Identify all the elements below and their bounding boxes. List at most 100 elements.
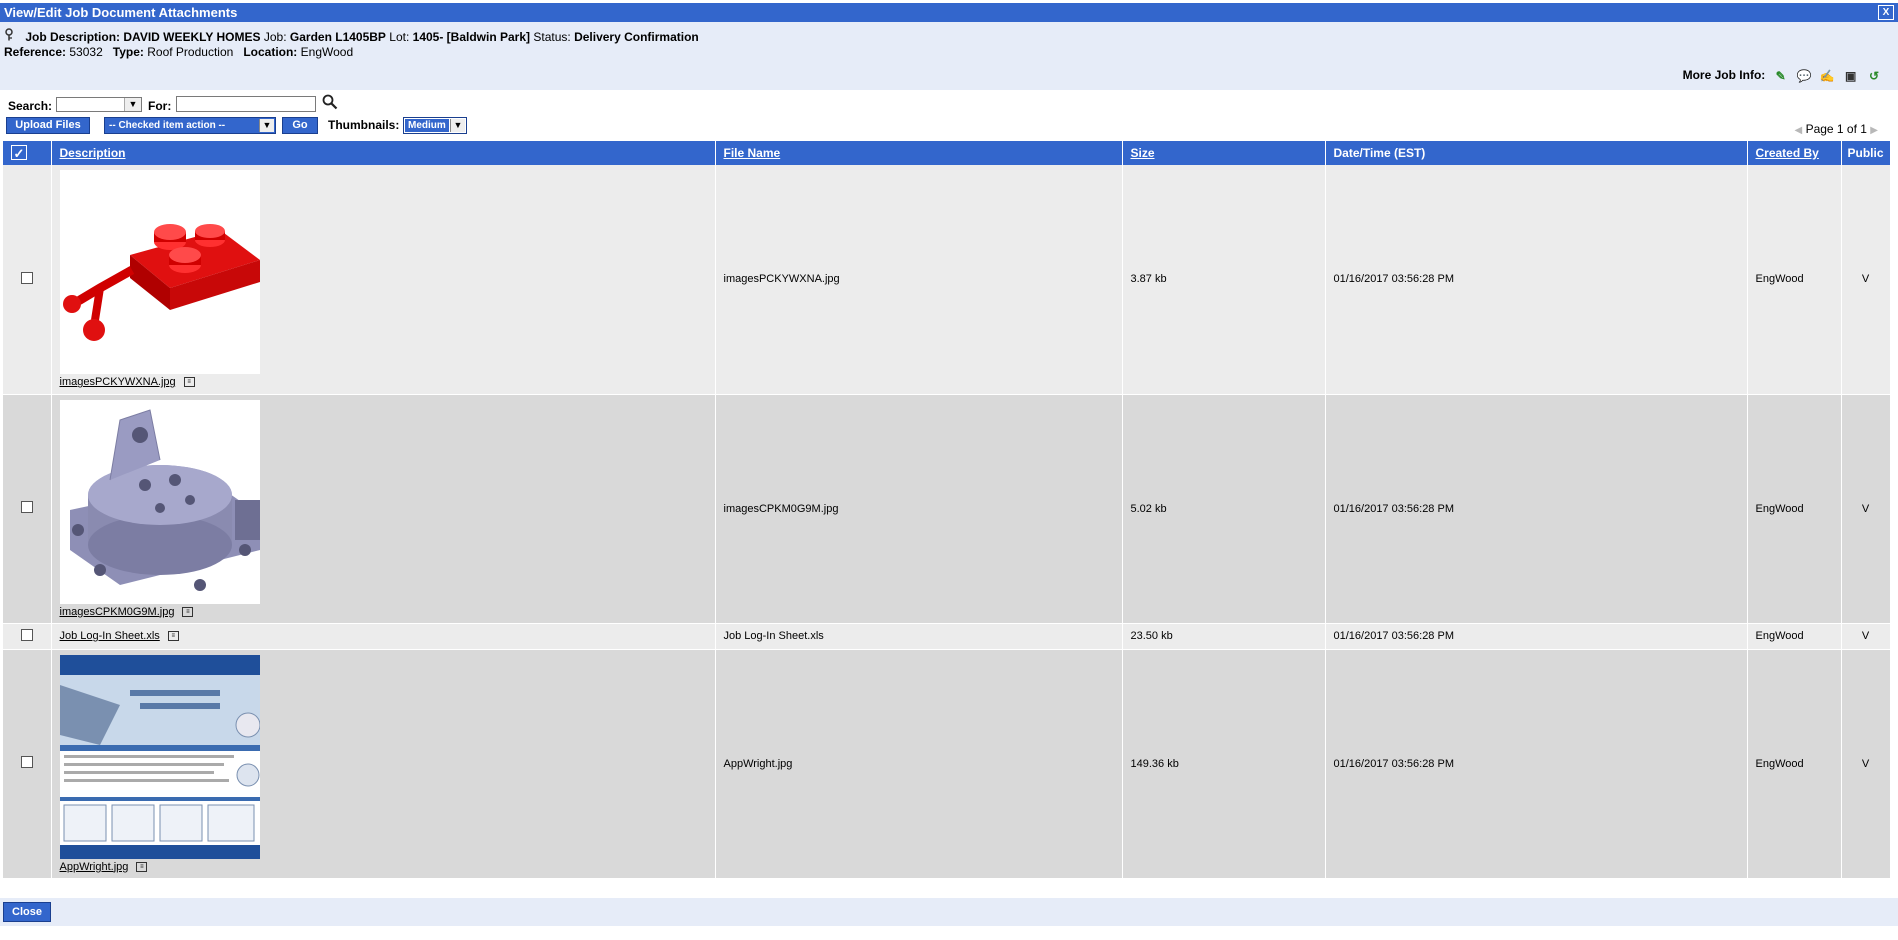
pager: ◀ Page 1 of 1 ▶ bbox=[1795, 122, 1878, 136]
public-cell: V bbox=[1841, 165, 1891, 395]
next-page-icon[interactable]: ▶ bbox=[1870, 125, 1878, 136]
public-cell: V bbox=[1841, 623, 1891, 650]
reference-label: Reference: bbox=[4, 45, 67, 59]
more-job-info-label: More Job Info: bbox=[1682, 68, 1766, 82]
lot-value: 1405- [Baldwin Park] bbox=[412, 30, 531, 44]
row-checkbox[interactable] bbox=[20, 271, 33, 284]
file-name-cell: imagesCPKM0G9M.jpg bbox=[715, 394, 1123, 624]
attachment-caption[interactable]: imagesPCKYWXNA.jpg bbox=[60, 376, 176, 388]
lot-label: Lot: bbox=[389, 30, 410, 44]
edit-pencil-icon[interactable]: ✎ bbox=[1773, 69, 1789, 83]
attachment-link[interactable]: imagesPCKYWXNA.jpg ≡ bbox=[60, 376, 707, 388]
attachment-thumbnail[interactable] bbox=[59, 399, 260, 604]
search-field-select[interactable]: ▼ bbox=[56, 97, 142, 112]
attachment-caption[interactable]: Job Log-In Sheet.xls bbox=[60, 630, 160, 642]
toolbar: Search: ▼ For: Upload Files -- Checked i… bbox=[0, 90, 1898, 140]
attachment-link[interactable]: Job Log-In Sheet.xls ≡ bbox=[60, 630, 179, 642]
edit-description-icon[interactable]: ≡ bbox=[182, 606, 194, 617]
size-cell: 5.02 kb bbox=[1122, 394, 1326, 624]
attachment-caption[interactable]: AppWright.jpg bbox=[60, 861, 129, 873]
upload-files-button[interactable]: Upload Files bbox=[6, 117, 90, 134]
footer: Close bbox=[0, 898, 1898, 926]
window-icon[interactable]: ▣ bbox=[1843, 69, 1859, 83]
job-builder: DAVID WEEKLY HOMES bbox=[123, 30, 261, 44]
checked-item-action-select[interactable]: -- Checked item action -- ▼ bbox=[104, 117, 276, 134]
created-by-cell: EngWood bbox=[1747, 623, 1842, 650]
window-title: View/Edit Job Document Attachments bbox=[4, 5, 238, 20]
chevron-down-icon: ▼ bbox=[450, 119, 465, 132]
file-name-cell: imagesPCKYWXNA.jpg bbox=[715, 165, 1123, 395]
job-info-panel: Job Description: DAVID WEEKLY HOMES Job:… bbox=[0, 22, 1898, 90]
status-label: Status: bbox=[533, 30, 571, 44]
job-description-label: Job Description: bbox=[25, 30, 121, 44]
select-all-header[interactable]: ✓ bbox=[3, 141, 52, 165]
chevron-down-icon: ▼ bbox=[259, 119, 274, 132]
thumbnails-value: Medium bbox=[405, 119, 449, 132]
search-input[interactable] bbox=[176, 96, 316, 112]
edit-description-icon[interactable]: ≡ bbox=[167, 631, 179, 642]
more-job-info: More Job Info: ✎ 💬 ✍ ▣ ↺ bbox=[1683, 68, 1882, 83]
key-icon bbox=[4, 28, 18, 44]
attachments-table: ✓ Description File Name Size Date/Time (… bbox=[3, 141, 1891, 879]
column-header-file-name[interactable]: File Name bbox=[715, 141, 1123, 165]
created-by-cell: EngWood bbox=[1747, 165, 1842, 395]
size-cell: 3.87 kb bbox=[1122, 165, 1326, 395]
datetime-cell: 01/16/2017 03:56:28 PM bbox=[1325, 165, 1748, 395]
previous-page-icon[interactable]: ◀ bbox=[1795, 125, 1803, 136]
window-close-button[interactable]: X bbox=[1878, 5, 1894, 20]
job-value: Garden L1405BP bbox=[289, 30, 386, 44]
datetime-cell: 01/16/2017 03:56:28 PM bbox=[1325, 394, 1748, 624]
thumbnails-label: Thumbnails: bbox=[328, 118, 400, 132]
description-cell: imagesPCKYWXNA.jpg ≡ bbox=[51, 165, 716, 395]
go-button[interactable]: Go bbox=[282, 117, 318, 134]
attachment-link[interactable]: imagesCPKM0G9M.jpg ≡ bbox=[60, 606, 707, 618]
select-all-checkbox[interactable]: ✓ bbox=[11, 145, 27, 161]
checked-item-action-label: -- Checked item action -- bbox=[109, 120, 226, 131]
row-checkbox-cell bbox=[3, 165, 52, 395]
row-checkbox-cell bbox=[3, 649, 52, 879]
attachment-thumbnail[interactable] bbox=[59, 654, 260, 859]
row-checkbox[interactable] bbox=[20, 628, 33, 641]
size-cell: 23.50 kb bbox=[1122, 623, 1326, 650]
comment-icon[interactable]: 💬 bbox=[1796, 69, 1812, 83]
notes-edit-icon[interactable]: ✍ bbox=[1819, 69, 1835, 83]
description-cell: AppWright.jpg ≡ bbox=[51, 649, 716, 879]
created-by-cell: EngWood bbox=[1747, 649, 1842, 879]
search-label: Search: bbox=[8, 99, 53, 113]
job-description-line: Job Description: DAVID WEEKLY HOMES Job:… bbox=[4, 28, 699, 44]
description-cell: Job Log-In Sheet.xls ≡ bbox=[51, 623, 716, 650]
table-row: AppWright.jpg ≡ AppWright.jpg 149.36 kb 0… bbox=[3, 649, 1891, 879]
type-value: Roof Production bbox=[147, 45, 234, 59]
description-cell: imagesCPKM0G9M.jpg ≡ bbox=[51, 394, 716, 624]
history-icon[interactable]: ↺ bbox=[1866, 69, 1882, 83]
row-checkbox-cell bbox=[3, 394, 52, 624]
column-header-public: Public bbox=[1841, 141, 1891, 165]
column-header-size[interactable]: Size bbox=[1122, 141, 1326, 165]
row-checkbox[interactable] bbox=[20, 756, 33, 768]
column-header-description[interactable]: Description bbox=[51, 141, 716, 165]
thumbnails-select[interactable]: Medium ▼ bbox=[403, 117, 467, 134]
column-header-created-by[interactable]: Created By bbox=[1747, 141, 1842, 165]
close-button[interactable]: Close bbox=[3, 902, 51, 922]
file-name-cell: Job Log-In Sheet.xls bbox=[715, 623, 1123, 650]
row-checkbox-cell bbox=[3, 623, 52, 650]
search-icon[interactable] bbox=[322, 94, 338, 114]
job-reference-line: Reference: 53032 Type: Roof Production L… bbox=[4, 45, 353, 59]
datetime-cell: 01/16/2017 03:56:28 PM bbox=[1325, 623, 1748, 650]
window-titlebar: View/Edit Job Document Attachments X bbox=[0, 3, 1898, 22]
column-header-datetime: Date/Time (EST) bbox=[1325, 141, 1748, 165]
size-cell: 149.36 kb bbox=[1122, 649, 1326, 879]
public-cell: V bbox=[1841, 649, 1891, 879]
edit-description-icon[interactable]: ≡ bbox=[136, 861, 148, 872]
job-label: Job: bbox=[263, 30, 287, 44]
table-header-row: ✓ Description File Name Size Date/Time (… bbox=[3, 141, 1891, 165]
attachment-thumbnail[interactable] bbox=[59, 170, 260, 375]
row-checkbox[interactable] bbox=[20, 501, 33, 513]
type-label: Type: bbox=[112, 45, 144, 59]
attachment-link[interactable]: AppWright.jpg ≡ bbox=[60, 861, 707, 873]
edit-description-icon[interactable]: ≡ bbox=[183, 377, 195, 388]
attachment-caption[interactable]: imagesCPKM0G9M.jpg bbox=[60, 606, 175, 618]
public-cell: V bbox=[1841, 394, 1891, 624]
table-row: imagesPCKYWXNA.jpg ≡ imagesPCKYWXNA.jpg 3… bbox=[3, 165, 1891, 395]
reference-value: 53032 bbox=[69, 45, 103, 59]
